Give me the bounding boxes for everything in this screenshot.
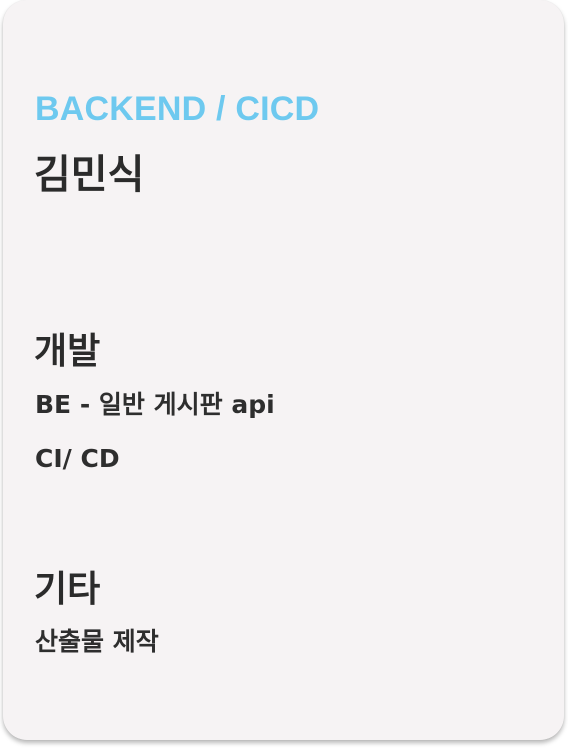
list-item: 산출물 제작 — [35, 627, 159, 656]
list-item: BE - 일반 게시판 api — [35, 390, 275, 419]
list-item: CI/ CD — [35, 444, 120, 473]
section-title-etc: 기타 — [34, 569, 101, 610]
profile-card: BACKEND / CICD 김민식 개발 BE - 일반 게시판 api CI… — [3, 0, 564, 740]
member-name: 김민식 — [34, 152, 145, 198]
role-label: BACKEND / CICD — [35, 90, 320, 128]
section-title-development: 개발 — [34, 331, 101, 372]
